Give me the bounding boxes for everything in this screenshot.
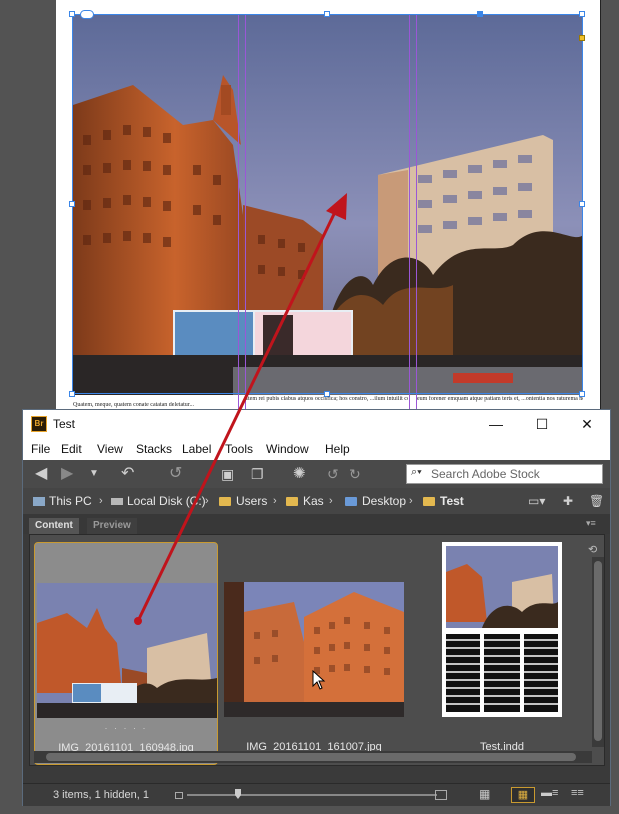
rotate-right-icon[interactable]: ↻ bbox=[349, 460, 361, 488]
breadcrumb-label: Desktop bbox=[362, 494, 407, 508]
bridge-window: Br Test — ☐ ✕ File Edit View Stacks Labe… bbox=[22, 409, 611, 806]
search-placeholder: Search Adobe Stock bbox=[431, 467, 540, 481]
frame-handle[interactable] bbox=[477, 11, 483, 17]
folder-icon bbox=[345, 497, 357, 507]
frame-handle[interactable] bbox=[579, 11, 585, 17]
thumbnail-image bbox=[442, 542, 562, 717]
view-thumbnails-icon[interactable]: ▦ bbox=[511, 787, 535, 803]
live-corner-handle[interactable] bbox=[579, 35, 585, 41]
recent-folder-icon[interactable]: ↶ bbox=[121, 460, 134, 488]
tab-preview[interactable]: Preview bbox=[87, 518, 137, 534]
panel-menu-icon[interactable]: ▾≡ bbox=[586, 518, 596, 529]
breadcrumb-desktop[interactable]: Desktop bbox=[345, 488, 406, 514]
small-thumb-icon[interactable] bbox=[175, 792, 183, 799]
panel-tabs: Content Preview ▾≡ bbox=[23, 514, 610, 534]
boomerang-icon[interactable]: ↺ bbox=[169, 460, 182, 488]
thumbnail-item[interactable]: Test.indd bbox=[410, 542, 594, 765]
breadcrumb-test[interactable]: Test bbox=[423, 488, 464, 514]
scroll-thumb[interactable] bbox=[594, 561, 602, 741]
frame-handle[interactable] bbox=[69, 391, 75, 397]
folder-icon bbox=[219, 497, 231, 507]
frame-handle[interactable] bbox=[324, 11, 330, 17]
slider-handle[interactable] bbox=[235, 789, 241, 799]
text-column: Quatem, meque, quatem conate catatan del… bbox=[73, 402, 194, 408]
menu-help[interactable]: Help bbox=[325, 438, 350, 460]
chevron-down-icon[interactable]: ▼ bbox=[89, 460, 99, 488]
thumbnail-size-slider[interactable] bbox=[187, 794, 437, 796]
status-text: 3 items, 1 hidden, 1 bbox=[53, 789, 150, 801]
drive-icon bbox=[111, 498, 123, 506]
path-bar: This PC › Local Disk (C:) › Users › Kas … bbox=[23, 488, 610, 515]
large-thumb-icon[interactable] bbox=[435, 790, 447, 800]
breadcrumb-label: This PC bbox=[49, 494, 92, 508]
folder-icon bbox=[423, 497, 435, 507]
view-details-icon[interactable]: ▬≡ bbox=[541, 787, 558, 799]
title-bar[interactable]: Br Test — ☐ ✕ bbox=[23, 410, 610, 438]
thumbnail-item[interactable]: · · · · · IMG_20161101_160948.jpg bbox=[34, 542, 218, 765]
vertical-scrollbar[interactable] bbox=[592, 557, 604, 747]
toolbar: ◀ ▶ ▼ ↶ ↺ ▣ ❐ ✺ ↺ ↻ ⌕▾ Search Adobe Stoc… bbox=[23, 460, 610, 488]
rotate-left-icon[interactable]: ↺ bbox=[327, 460, 339, 488]
breadcrumb-users[interactable]: Users bbox=[219, 488, 267, 514]
refine-icon[interactable]: ❐ bbox=[251, 460, 264, 488]
menu-stacks[interactable]: Stacks bbox=[136, 438, 172, 460]
text-column: eum forener emquam atque patiam terts et… bbox=[417, 396, 583, 402]
menu-window[interactable]: Window bbox=[266, 438, 309, 460]
image-frame-selection[interactable] bbox=[72, 14, 583, 394]
maximize-button[interactable]: ☐ bbox=[519, 410, 565, 438]
breadcrumb-label: Test bbox=[440, 494, 464, 508]
folder-icon bbox=[286, 497, 298, 507]
sync-icon[interactable]: ⟲ bbox=[588, 543, 602, 557]
forward-arrow-icon[interactable]: ▶ bbox=[61, 460, 73, 488]
menu-label[interactable]: Label bbox=[182, 438, 211, 460]
rating-dots[interactable]: · · · · · bbox=[35, 723, 217, 733]
chevron-right-icon[interactable]: › bbox=[205, 488, 209, 514]
mouse-cursor-icon bbox=[312, 670, 326, 690]
grid-lock-icon[interactable]: ▦ bbox=[479, 788, 495, 801]
frame-handle[interactable] bbox=[69, 201, 75, 207]
frame-handle[interactable] bbox=[69, 11, 75, 17]
open-folder-icon[interactable]: ▭▾ bbox=[528, 488, 545, 514]
thumbnail-item[interactable]: IMG_20161101_161007.jpg bbox=[222, 542, 406, 765]
tab-content[interactable]: Content bbox=[29, 518, 79, 534]
horizontal-scrollbar[interactable] bbox=[34, 751, 592, 763]
menu-tools[interactable]: Tools bbox=[225, 438, 253, 460]
chevron-right-icon[interactable]: › bbox=[329, 488, 333, 514]
breadcrumb-kas[interactable]: Kas bbox=[286, 488, 324, 514]
chevron-right-icon[interactable]: › bbox=[273, 488, 277, 514]
breadcrumb-label: Kas bbox=[303, 494, 324, 508]
breadcrumb-local-disk[interactable]: Local Disk (C:) bbox=[111, 488, 206, 514]
breadcrumb-this-pc[interactable]: This PC bbox=[33, 488, 92, 514]
search-icon: ⌕▾ bbox=[411, 466, 422, 478]
status-bar: 3 items, 1 hidden, 1 ▦ ▦ ▬≡ ≡≡ bbox=[23, 783, 610, 806]
scroll-thumb[interactable] bbox=[46, 753, 576, 761]
menu-view[interactable]: View bbox=[97, 438, 123, 460]
breadcrumb-label: Local Disk (C:) bbox=[127, 494, 206, 508]
minimize-button[interactable]: — bbox=[473, 410, 519, 438]
open-in-camera-raw-icon[interactable]: ✺ bbox=[293, 460, 306, 488]
chevron-right-icon[interactable]: › bbox=[99, 488, 103, 514]
breadcrumb-label: Users bbox=[236, 494, 268, 508]
content-panel: · · · · · IMG_20161101_160948.jpg IMG_20… bbox=[29, 534, 605, 766]
new-folder-icon[interactable]: ✚ bbox=[563, 488, 573, 514]
link-icon bbox=[80, 10, 94, 19]
menu-file[interactable]: File bbox=[31, 438, 50, 460]
camera-icon[interactable]: ▣ bbox=[221, 460, 234, 488]
computer-icon bbox=[33, 497, 45, 507]
thumbnail-image bbox=[224, 582, 404, 717]
back-arrow-icon[interactable]: ◀ bbox=[35, 460, 47, 488]
search-field[interactable]: ⌕▾ Search Adobe Stock bbox=[406, 464, 603, 484]
chevron-right-icon[interactable]: › bbox=[409, 488, 413, 514]
menu-bar: File Edit View Stacks Label Tools Window… bbox=[23, 438, 610, 460]
menu-edit[interactable]: Edit bbox=[61, 438, 82, 460]
trash-icon[interactable]: 🗑 bbox=[589, 488, 604, 514]
app-icon: Br bbox=[31, 416, 47, 432]
frame-handle[interactable] bbox=[579, 201, 585, 207]
window-title: Test bbox=[53, 417, 76, 431]
view-list-icon[interactable]: ≡≡ bbox=[571, 787, 584, 799]
text-column: Item rei pubis clabus atquos occisfica; … bbox=[246, 396, 408, 402]
thumbnail-image bbox=[37, 583, 217, 718]
close-button[interactable]: ✕ bbox=[564, 410, 610, 438]
